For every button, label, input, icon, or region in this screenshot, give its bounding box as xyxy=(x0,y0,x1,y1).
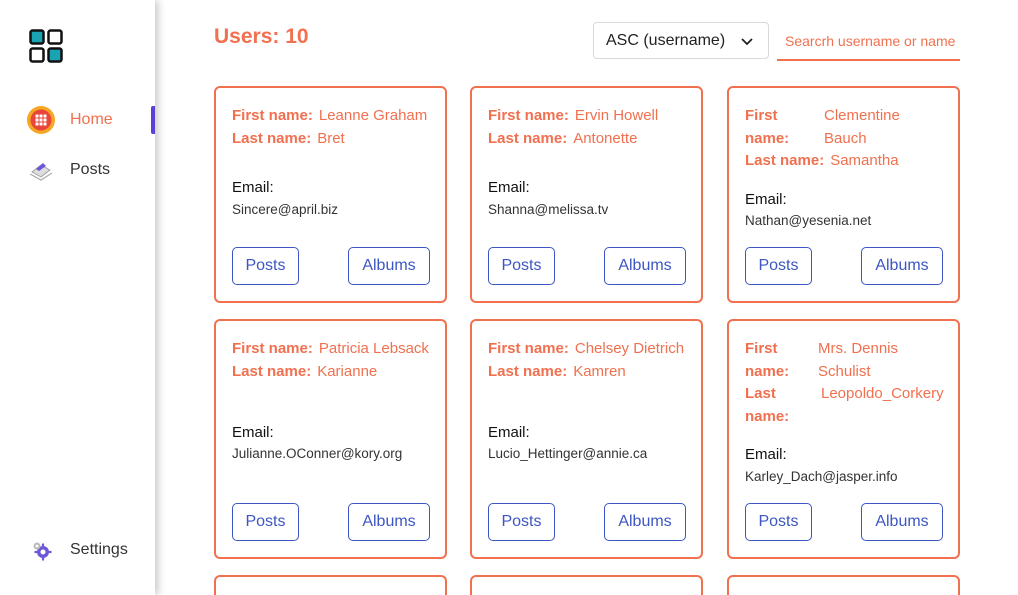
first-name-row: First name: Leanne Graham xyxy=(232,105,433,128)
last-name-value: Antonette xyxy=(573,130,638,147)
email-value: Lucio_Hettinger@annie.ca xyxy=(488,446,648,461)
first-name-label: First name: xyxy=(488,340,569,357)
first-name-label: First name: xyxy=(488,107,569,124)
posts-button[interactable]: Posts xyxy=(232,503,299,541)
email-value: Karley_Dach@jasper.info xyxy=(745,469,898,484)
user-card: First name: Ervin Howell Last name: Anto… xyxy=(470,86,703,303)
sort-select-value: ASC (username) xyxy=(606,31,726,49)
home-grid-icon xyxy=(26,105,56,135)
last-name-label: Last name: xyxy=(232,130,312,147)
first-name-row: First name: Clementine Bauch xyxy=(745,105,946,150)
first-name-value: Chelsey Dietrich xyxy=(574,340,685,357)
users-count-heading: Users: 10 xyxy=(214,25,309,48)
sidebar-item-label: Home xyxy=(70,111,113,128)
sidebar-item-posts[interactable]: Posts xyxy=(0,154,155,186)
first-name-row: First name: Patricia Lebsack xyxy=(232,338,433,361)
user-card xyxy=(727,575,960,595)
sidebar-item-settings[interactable]: Settings xyxy=(0,534,155,566)
email-value: Nathan@yesenia.net xyxy=(745,213,872,228)
first-name-value: Clementine Bauch xyxy=(824,107,900,147)
user-card: First name: Chelsey Dietrich Last name: … xyxy=(470,319,703,559)
first-name-value: Mrs. Dennis Schulist xyxy=(818,340,899,380)
last-name-value: Leopoldo_Corkery xyxy=(821,385,944,402)
first-name-value: Ervin Howell xyxy=(574,107,659,124)
user-card xyxy=(214,575,447,595)
first-name-row: First name: Ervin Howell xyxy=(488,105,689,128)
user-card: First name: Clementine Bauch Last name: … xyxy=(727,86,960,303)
posts-button[interactable]: Posts xyxy=(488,503,555,541)
active-indicator xyxy=(151,106,155,134)
main-content: Users: 10 ASC (username) First name: Lea… xyxy=(155,0,1018,595)
settings-gear-icon xyxy=(26,535,56,565)
albums-button[interactable]: Albums xyxy=(604,247,686,285)
email-label: Email: xyxy=(745,446,787,463)
last-name-label: Last name: xyxy=(488,130,568,147)
last-name-label: Last name: xyxy=(232,363,312,380)
first-name-label: First name: xyxy=(232,340,313,357)
email-value: Sincere@april.biz xyxy=(232,202,338,217)
sidebar: Home Posts Settings xyxy=(0,0,155,595)
user-card: First name: Leanne Graham Last name: Bre… xyxy=(214,86,447,303)
last-name-row: Last name: Leopoldo_Corkery xyxy=(745,383,946,428)
albums-button[interactable]: Albums xyxy=(604,503,686,541)
albums-button[interactable]: Albums xyxy=(861,503,943,541)
posts-button[interactable]: Posts xyxy=(488,247,555,285)
email-label: Email: xyxy=(232,424,274,441)
first-name-value: Patricia Lebsack xyxy=(318,340,429,357)
chevron-down-icon xyxy=(740,35,754,47)
email-value: Julianne.OConner@kory.org xyxy=(232,446,403,461)
posts-button[interactable]: Posts xyxy=(745,503,812,541)
last-name-row: Last name: Antonette xyxy=(488,128,689,151)
user-card: First name: Mrs. Dennis Schulist Last na… xyxy=(727,319,960,559)
user-card xyxy=(470,575,703,595)
first-name-row: First name: Mrs. Dennis Schulist xyxy=(745,338,946,383)
last-name-value: Bret xyxy=(317,130,345,147)
email-label: Email: xyxy=(488,179,530,196)
sidebar-item-label: Settings xyxy=(70,541,128,558)
email-label: Email: xyxy=(232,179,274,196)
albums-button[interactable]: Albums xyxy=(861,247,943,285)
last-name-label: Last name: xyxy=(745,152,825,169)
user-card: First name: Patricia Lebsack Last name: … xyxy=(214,319,447,559)
first-name-label: First name: xyxy=(745,340,790,380)
first-name-value: Leanne Graham xyxy=(318,107,428,124)
last-name-row: Last name: Bret xyxy=(232,128,433,151)
last-name-label: Last name: xyxy=(488,363,568,380)
last-name-value: Kamren xyxy=(573,363,626,380)
email-label: Email: xyxy=(745,191,787,208)
last-name-value: Samantha xyxy=(830,152,899,169)
last-name-value: Karianne xyxy=(317,363,378,380)
sidebar-item-label: Posts xyxy=(70,161,111,178)
albums-button[interactable]: Albums xyxy=(348,503,430,541)
posts-button[interactable]: Posts xyxy=(745,247,812,285)
last-name-row: Last name: Samantha xyxy=(745,150,946,173)
email-label: Email: xyxy=(488,424,530,441)
first-name-label: First name: xyxy=(232,107,313,124)
first-name-row: First name: Chelsey Dietrich xyxy=(488,338,689,361)
posts-button[interactable]: Posts xyxy=(232,247,299,285)
search-input[interactable] xyxy=(777,22,960,61)
last-name-row: Last name: Kamren xyxy=(488,361,689,384)
first-name-label: First name: xyxy=(745,107,790,147)
last-name-row: Last name: Karianne xyxy=(232,361,433,384)
app-logo-icon[interactable] xyxy=(29,29,63,63)
albums-button[interactable]: Albums xyxy=(348,247,430,285)
sidebar-item-home[interactable]: Home xyxy=(0,104,155,136)
sort-select[interactable]: ASC (username) xyxy=(593,22,769,59)
last-name-label: Last name: xyxy=(745,385,790,425)
email-value: Shanna@melissa.tv xyxy=(488,202,609,217)
laptop-icon xyxy=(26,155,56,185)
